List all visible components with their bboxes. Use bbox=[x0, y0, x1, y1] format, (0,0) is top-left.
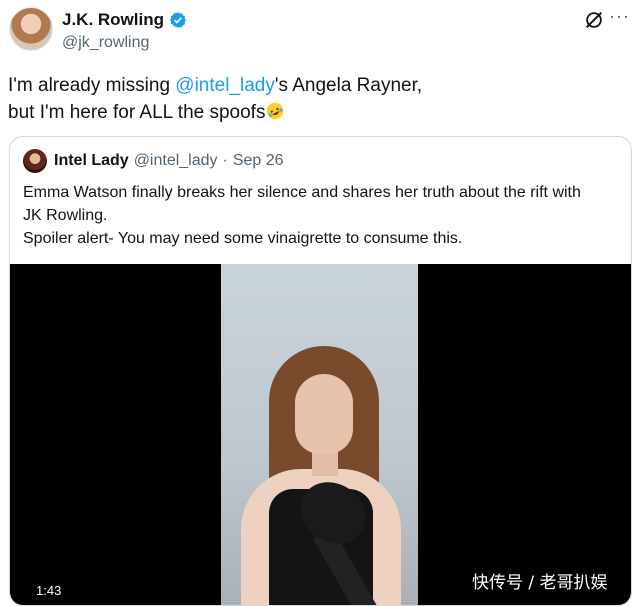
watermark-text: 快传号 / 老哥扒娱 bbox=[472, 573, 608, 593]
quoted-line-3: Spoiler alert- You may need some vinaigr… bbox=[23, 230, 463, 247]
tweet-text: I'm already missing @intel_lady's Angela… bbox=[8, 72, 608, 126]
tweet-line-2: but I'm here for ALL the spoofs bbox=[8, 99, 608, 126]
grok-icon[interactable] bbox=[583, 9, 605, 31]
quoted-line-2: JK Rowling. bbox=[23, 207, 108, 224]
more-icon[interactable]: ··· bbox=[609, 6, 630, 27]
quoted-text: Emma Watson finally breaks her silence a… bbox=[23, 181, 623, 250]
quoted-date[interactable]: Sep 26 bbox=[233, 152, 284, 170]
quoted-author-handle[interactable]: @intel_lady bbox=[134, 152, 218, 170]
tweet-line-2-text: but I'm here for ALL the spoofs bbox=[8, 102, 266, 123]
author-handle[interactable]: @jk_rowling bbox=[62, 34, 149, 52]
author-name-row[interactable]: J.K. Rowling bbox=[62, 10, 187, 30]
quoted-author-name[interactable]: Intel Lady bbox=[54, 152, 129, 170]
quoted-tweet[interactable]: Intel Lady @intel_lady · Sep 26 Emma Wat… bbox=[9, 136, 632, 606]
quoted-header: Intel Lady @intel_lady · Sep 26 bbox=[54, 152, 284, 170]
video-player[interactable]: 1:43 bbox=[10, 264, 631, 605]
verified-badge-icon bbox=[169, 12, 187, 28]
video-frame bbox=[221, 264, 418, 605]
video-duration: 1:43 bbox=[32, 582, 66, 599]
author-name[interactable]: J.K. Rowling bbox=[62, 10, 164, 30]
person-face bbox=[295, 374, 353, 454]
quoted-author-avatar[interactable] bbox=[23, 149, 47, 173]
mention-link[interactable]: @intel_lady bbox=[175, 75, 275, 96]
quoted-line-1: Emma Watson finally breaks her silence a… bbox=[23, 184, 581, 201]
rolling-on-floor-laughing-emoji bbox=[267, 102, 284, 120]
quoted-separator: · bbox=[222, 152, 228, 169]
tweet-line-1-suffix: 's Angela Rayner, bbox=[274, 75, 423, 96]
tweet-line-1-prefix: I'm already missing bbox=[8, 75, 176, 96]
tweet-line-1: I'm already missing @intel_lady's Angela… bbox=[8, 72, 608, 99]
author-avatar[interactable] bbox=[9, 7, 53, 51]
